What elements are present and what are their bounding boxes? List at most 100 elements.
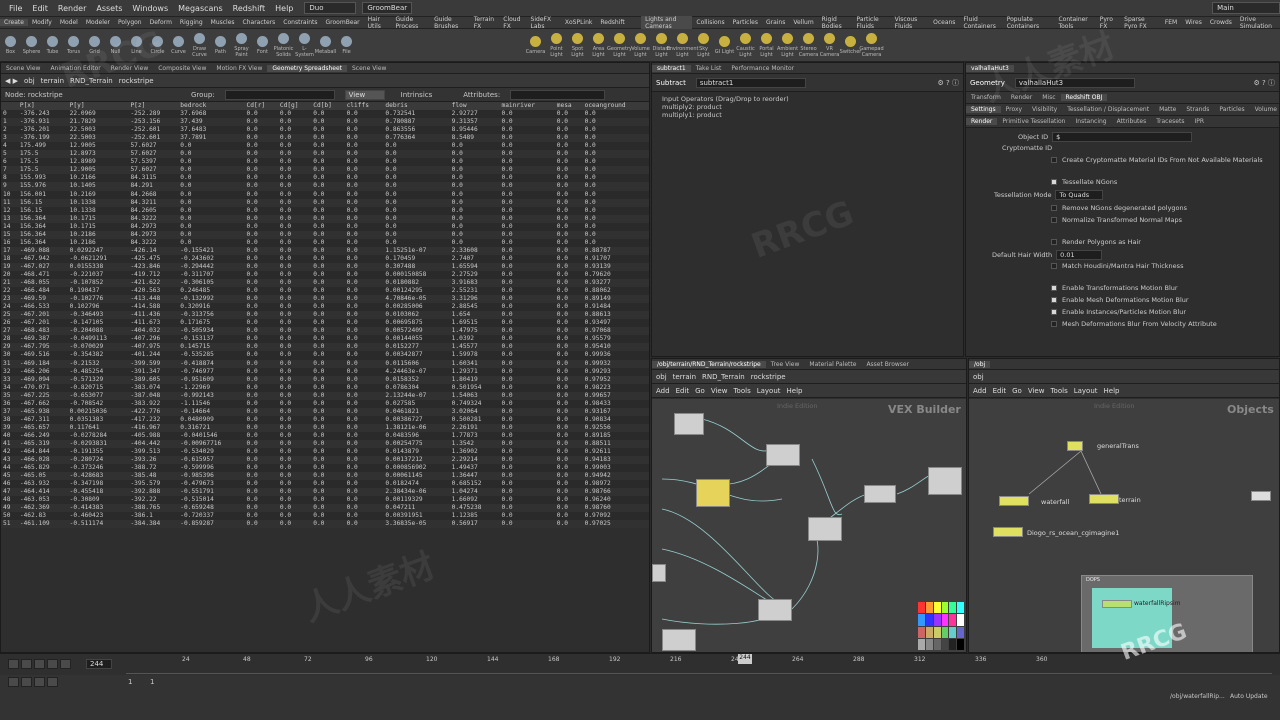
pane-tab[interactable]: Tools [1050,387,1067,395]
table-row[interactable]: 21 -468.055 -0.107852 -421.622 -0.306105 0.0 0… [1,279,649,288]
pane-tab[interactable]: Geometry Spreadsheet [267,64,347,72]
shelf-tab[interactable]: Container Tools [1054,16,1095,30]
table-row[interactable]: 46 -463.932 -0.347198 -395.579 -0.479673 0.0 0… [1,480,649,489]
pane-tab[interactable]: Render View [106,65,154,72]
table-row[interactable]: 2 -376.201 22.5003 -252.601 37.6483 0.0 0.0 0.0… [1,126,649,135]
current-frame-field[interactable]: 244 [86,659,112,669]
crypto-checkbox[interactable] [1051,157,1057,163]
shelf-tab[interactable]: Fluid Containers [959,16,1002,30]
shelf-tab[interactable]: Muscles [207,19,239,26]
shelf-tool[interactable]: Spray Paint [231,32,252,58]
range-end[interactable]: 1 [150,678,154,686]
shelf-tab[interactable]: Redshift [596,19,628,26]
palette-swatch[interactable] [941,602,949,614]
pane-tab[interactable]: IPR [1189,118,1209,125]
table-row[interactable]: 28 -469.387 -0.0499113 -407.296 -0.153137 0.0… [1,335,649,344]
input-item[interactable]: multiply2: product [662,103,953,111]
table-row[interactable]: 19 -467.027 0.0155338 -423.846 -0.294442 0.0 0… [1,262,649,271]
vex-node[interactable] [662,629,696,651]
pane-tab[interactable]: Help [1104,387,1120,395]
shelf-tool[interactable]: GI Light [714,35,735,55]
palette-swatch[interactable] [957,638,964,650]
last-frame-icon[interactable] [60,659,71,669]
table-row[interactable]: 35 -467.225 -0.653077 -387.048 -0.992143 0.0 0… [1,391,649,400]
table-row[interactable]: 3 -376.199 22.5003 -252.601 37.7891 0.0 0.0 0.0… [1,134,649,143]
pane-tab[interactable]: Attributes [1112,118,1152,125]
palette-swatch[interactable] [941,614,949,626]
table-row[interactable]: 50 -462.83 -0.460423 -386.1 -0.720337 0.0 0.0 0… [1,512,649,521]
table-row[interactable]: 8 155.993 10.2166 84.3115 0.0 0.0 0.0 0.0 0.0 0.0… [1,174,649,183]
pane-tab[interactable]: Render [1006,94,1037,101]
vex-node[interactable] [674,413,704,435]
table-row[interactable]: 24 -466.533 0.102796 -414.588 0.320916 0.0 0.0… [1,303,649,312]
shelf-tab[interactable]: Lights and Cameras [641,15,693,30]
path-rockstripe[interactable]: rockstripe [751,373,786,381]
table-row[interactable]: 27 -468.483 -0.204088 -404.032 -0.505934 0.0 0… [1,327,649,336]
shelf-tool[interactable]: Line [126,35,147,55]
shelf-tool[interactable]: Ambient Light [777,32,798,58]
shelf-tool[interactable]: Sphere [21,35,42,55]
shelf-tab[interactable]: Drive Simulation [1236,16,1280,30]
table-row[interactable]: 6 175.5 12.8989 57.5397 0.0 0.0 0.0 0.0 0.0 0.0 0.… [1,158,649,167]
pane-tab[interactable]: Primitive Tessellation [997,118,1070,125]
normalize-checkbox[interactable] [1051,217,1057,223]
key-icon[interactable] [8,677,19,687]
pane-tab[interactable]: Performance Monitor [726,65,799,72]
pane-tab[interactable]: Redshift OBJ [1060,94,1108,101]
dop-node[interactable] [1102,600,1132,608]
table-row[interactable]: 1 -376.931 21.7829 -253.156 37.439 0.0 0.0 0.0 0… [1,118,649,127]
menu-edit[interactable]: Edit [27,4,53,13]
match-hair-checkbox[interactable] [1051,263,1057,269]
shelf-tool[interactable]: Torus [63,35,84,55]
palette-swatch[interactable] [933,638,941,650]
shelf-tab[interactable]: Vellum [789,19,817,26]
pane-tab[interactable]: Visibility [1027,106,1062,113]
shelf-tool[interactable]: Tube [42,35,63,55]
pane-tab[interactable]: Misc [1037,94,1060,101]
shelf-tool[interactable]: Path [210,35,231,55]
obj-canvas[interactable]: Indie Edition Objects generalTrans water… [969,399,1279,652]
pane-tab[interactable]: Add [656,387,670,395]
terrain-node[interactable] [1089,494,1119,504]
shelf-tab[interactable]: Terrain FX [470,16,500,30]
hair-width-field[interactable]: 0.01 [1056,250,1103,260]
shelf-tab[interactable]: Particles [729,19,762,26]
back-icon[interactable]: ◀ ▶ [5,77,18,85]
shelf-tool[interactable]: Stereo Camera [798,32,819,58]
pane-tab[interactable]: Help [787,387,803,395]
mb-mesh-checkbox[interactable] [1051,297,1057,303]
pane-tab[interactable]: View [1028,387,1045,395]
vex-node-selected[interactable] [696,479,730,507]
shelf-tool[interactable]: Platonic Solids [273,32,294,58]
path-rnd[interactable]: RND_Terrain [702,373,745,381]
shelf-tool[interactable]: Grid [84,35,105,55]
column-header[interactable]: flow [449,102,500,111]
timeline-ruler[interactable]: 24 48 72 96 120 144 168 192 216 240 264 288 312 336 36… [126,656,1272,674]
shelf-tab[interactable]: Modeler [82,19,114,26]
shelf-tool[interactable]: Box [0,35,21,55]
table-row[interactable]: 36 -467.662 -0.708542 -383.922 -1.11546 0.0 0.… [1,399,649,408]
render-hair-checkbox[interactable] [1051,239,1057,245]
table-row[interactable]: 16 156.364 10.2186 84.3222 0.0 0.0 0.0 0.0 0.0 0.… [1,238,649,247]
path-terrain[interactable]: terrain [41,77,64,85]
palette-swatch[interactable] [925,602,933,614]
table-row[interactable]: 47 -464.414 -0.455418 -392.888 -0.551791 0.0 0… [1,488,649,497]
shelf-tab[interactable]: Deform [146,19,176,26]
table-row[interactable]: 11 156.15 10.1338 84.3211 0.0 0.0 0.0 0.0 0.0 0.0… [1,198,649,207]
pane-tab[interactable]: Asset Browser [861,361,914,368]
column-header[interactable]: Cd[b] [311,102,345,111]
path-obj[interactable]: obj [656,373,667,381]
pane-tab[interactable]: Motion FX View [211,65,267,72]
range-start[interactable]: 1 [128,678,132,686]
table-row[interactable]: 7 175.5 12.9005 57.6027 0.0 0.0 0.0 0.0 0.0 0.0 0.… [1,166,649,175]
table-row[interactable]: 45 -465.05 -0.428683 -385.48 -0.985396 0.0 0.0… [1,472,649,481]
table-row[interactable]: 30 -469.516 -0.354382 -401.244 -0.535285 0.0 0… [1,351,649,360]
shelf-tab[interactable]: Oceans [929,19,959,26]
pane-tab[interactable]: Go [1012,387,1022,395]
shelf-tool[interactable]: Caustic Light [735,32,756,58]
table-row[interactable]: 44 -465.829 -0.373246 -388.72 -0.599996 0.0 0.… [1,464,649,473]
remove-ngons-checkbox[interactable] [1051,205,1057,211]
pane-tab[interactable]: Layout [757,387,781,395]
palette-swatch[interactable] [949,638,957,650]
play-icon[interactable] [47,659,58,669]
